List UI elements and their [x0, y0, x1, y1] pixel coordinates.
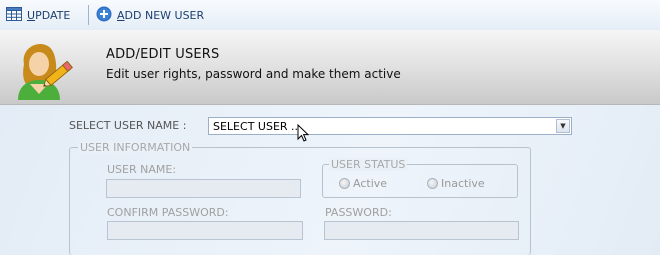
add-new-user-label: ADD NEW USER	[117, 8, 205, 22]
confirm-password-field[interactable]	[107, 221, 303, 240]
user-status-title: USER STATUS	[329, 158, 408, 171]
update-button[interactable]: UPDATE	[6, 4, 70, 26]
confirm-password-label: CONFIRM PASSWORD:	[107, 206, 229, 219]
update-label: UPDATE	[27, 8, 71, 22]
plus-circle-icon	[96, 6, 112, 25]
toolbar-separator	[88, 5, 89, 25]
user-name-field[interactable]	[106, 179, 301, 198]
password-label: PASSWORD:	[325, 206, 392, 219]
select-user-value: SELECT USER ...	[213, 120, 302, 133]
user-pencil-icon	[10, 34, 78, 103]
status-inactive-label: Inactive	[441, 177, 485, 190]
chevron-down-icon[interactable]: ▼	[556, 119, 570, 133]
header-banner: ADD/EDIT USERS Edit user rights, passwor…	[0, 30, 660, 105]
page-title: ADD/EDIT USERS	[106, 47, 220, 62]
radio-icon	[339, 178, 350, 189]
user-name-label: USER NAME:	[107, 163, 177, 176]
add-new-user-button[interactable]: ADD NEW USER	[96, 4, 204, 26]
user-information-title: USER INFORMATION	[78, 141, 193, 154]
grid-table-icon	[6, 6, 22, 25]
select-user-label: SELECT USER NAME :	[69, 119, 187, 132]
status-active-radio[interactable]: Active	[339, 177, 387, 190]
password-field[interactable]	[324, 221, 519, 240]
toolbar: UPDATE ADD NEW USER	[0, 0, 660, 31]
status-active-label: Active	[353, 177, 388, 190]
select-user-dropdown[interactable]: SELECT USER ... ▼	[208, 117, 572, 135]
status-inactive-radio[interactable]: Inactive	[427, 177, 485, 190]
mouse-pointer-icon	[297, 123, 310, 145]
page-subtitle: Edit user rights, password and make them…	[106, 67, 401, 81]
radio-icon	[427, 178, 438, 189]
